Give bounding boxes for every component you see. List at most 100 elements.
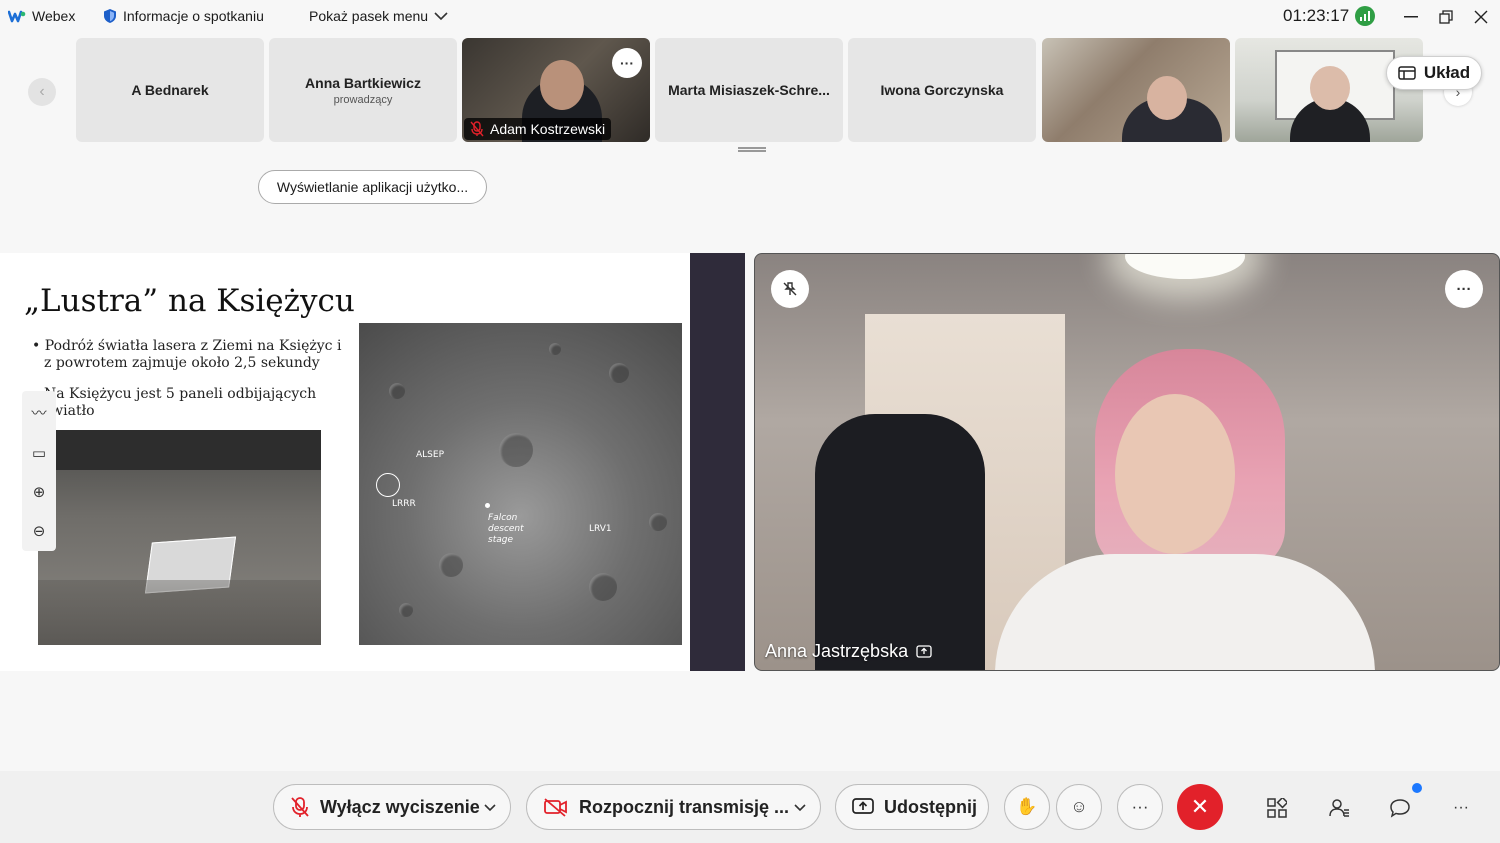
- map-label-alsep: ALSEP: [416, 450, 444, 460]
- more-options-icon: ···: [1456, 280, 1472, 298]
- active-speaker-video[interactable]: ··· Anna Jastrzębska: [754, 253, 1500, 671]
- map-label-lrv1: LRV1: [589, 524, 612, 534]
- apps-button[interactable]: [1262, 795, 1292, 821]
- muted-mic-icon: [470, 121, 484, 137]
- control-bar: Wyłącz wyciszenie Rozpocznij transmisję …: [0, 771, 1500, 843]
- app-view-button[interactable]: Wyświetlanie aplikacji użytko...: [258, 170, 487, 204]
- screen-icon[interactable]: ▭: [32, 444, 46, 462]
- speaker-body: [995, 554, 1375, 670]
- participant-tile[interactable]: Iwona Gorczynska: [848, 38, 1036, 142]
- leave-meeting-button[interactable]: ✕: [1177, 784, 1223, 830]
- bullet-1-line-2: z powrotem zajmuje około 2,5 sekundy: [44, 355, 320, 371]
- shield-icon: [104, 9, 116, 23]
- participant-video-face: [1147, 76, 1187, 120]
- connection-status-icon[interactable]: [1355, 6, 1376, 26]
- participant-video-tile[interactable]: ··· Adam Kostrzewski: [462, 38, 650, 142]
- slide-bullet-2: Na Księżycu jest 5 paneli odbijających ś…: [44, 386, 316, 420]
- meeting-info-button[interactable]: Informacje o spotkaniu: [103, 8, 264, 24]
- ceiling-light: [1125, 254, 1245, 279]
- unmute-button[interactable]: Wyłącz wyciszenie: [273, 784, 511, 830]
- crater: [389, 383, 405, 399]
- zoom-out-icon[interactable]: ⊖: [33, 522, 46, 540]
- restore-icon: [1439, 10, 1453, 24]
- participant-video-face: [540, 60, 584, 110]
- video-off-icon: [543, 797, 569, 817]
- start-video-button[interactable]: Rozpocznij transmisję ...: [526, 784, 821, 830]
- share-button[interactable]: Udostępnij: [835, 784, 989, 830]
- more-options-icon: ···: [1131, 797, 1149, 816]
- participant-role: prowadzący: [333, 93, 393, 106]
- draw-icon[interactable]: 〰: [31, 402, 46, 423]
- participant-video-tile[interactable]: [1235, 38, 1423, 142]
- participants-button[interactable]: [1324, 795, 1354, 821]
- raise-hand-button[interactable]: ✋: [1004, 784, 1050, 830]
- participant-video-face: [1310, 66, 1350, 110]
- meeting-timer: 01:23:17: [1283, 6, 1376, 26]
- unmute-label: Wyłącz wyciszenie: [320, 796, 480, 817]
- chat-button[interactable]: [1385, 795, 1415, 821]
- map-label-falcon: Falcon descent stage: [488, 513, 524, 545]
- chevron-down-icon[interactable]: [794, 800, 806, 815]
- moon-map-image: ALSEP LRRR Falcon descent stage LRV1: [359, 323, 682, 645]
- more-options-icon: ···: [620, 55, 634, 71]
- speaker-more-options-button[interactable]: ···: [1445, 270, 1483, 308]
- minimize-button[interactable]: [1397, 5, 1425, 29]
- bullet-2-line-2: światło: [44, 403, 95, 419]
- more-panels-button[interactable]: ···: [1446, 795, 1476, 821]
- restore-button[interactable]: [1432, 5, 1460, 29]
- zoom-in-icon[interactable]: ⊕: [33, 483, 46, 501]
- participant-tile[interactable]: Anna Bartkiewicz prowadzący: [269, 38, 457, 142]
- app-brand: Webex: [8, 8, 75, 24]
- moon-reflector-photo: [38, 430, 321, 645]
- bullet-2-line-1: Na Księżycu jest 5 paneli odbijających: [44, 386, 317, 402]
- scroll-left-button[interactable]: ‹: [28, 78, 56, 106]
- unpin-icon: [783, 282, 797, 296]
- background-coat: [815, 414, 985, 670]
- crater: [439, 553, 463, 577]
- layout-icon: [1398, 66, 1416, 80]
- meeting-info-label: Informacje o spotkaniu: [123, 8, 264, 24]
- annotation-toolbar: 〰 ▭ ⊕ ⊖: [22, 391, 56, 551]
- participant-name: Adam Kostrzewski: [490, 121, 606, 137]
- webex-logo-icon: [8, 10, 26, 23]
- participant-name-chip: Adam Kostrzewski: [464, 118, 612, 140]
- app-view-label: Wyświetlanie aplikacji użytko...: [276, 179, 469, 195]
- slide-title: „Lustra” na Księżycu: [24, 283, 355, 319]
- app-name: Webex: [32, 8, 76, 24]
- chevron-left-icon: ‹: [39, 83, 45, 100]
- resize-handle[interactable]: [738, 147, 766, 152]
- minimize-icon: [1404, 16, 1418, 18]
- muted-mic-icon: [290, 796, 310, 818]
- photo-ground: [38, 580, 321, 645]
- crater: [589, 573, 617, 601]
- title-bar: Webex Informacje o spotkaniu Pokaż pasek…: [0, 0, 1500, 34]
- more-options-button[interactable]: ···: [1117, 784, 1163, 830]
- more-options-icon: ···: [1453, 799, 1469, 816]
- speaker-face: [1115, 394, 1235, 554]
- tile-more-options-button[interactable]: ···: [612, 48, 642, 78]
- lander-marker: [485, 503, 490, 508]
- close-window-button[interactable]: [1467, 5, 1495, 29]
- crater: [609, 363, 629, 383]
- participant-tile[interactable]: Marta Misiaszek-Schre...: [655, 38, 843, 142]
- reactions-button[interactable]: ☺: [1056, 784, 1102, 830]
- shared-content[interactable]: „Lustra” na Księżycu • Podróż światła la…: [0, 253, 745, 671]
- participants-icon: [1329, 799, 1349, 817]
- speaker-name-label: Anna Jastrzębska: [765, 641, 932, 662]
- map-label-lrrr: LRRR: [392, 499, 416, 509]
- participant-video-tile[interactable]: [1042, 38, 1230, 142]
- layout-label: Układ: [1423, 63, 1471, 82]
- layout-button[interactable]: Układ: [1386, 56, 1482, 90]
- photo-horizon: [38, 430, 321, 470]
- reactions-icon: ☺: [1070, 797, 1088, 816]
- participant-tile[interactable]: A Bednarek: [76, 38, 264, 142]
- show-menu-bar-button[interactable]: Pokaż pasek menu: [309, 8, 448, 24]
- participant-name: Iwona Gorczynska: [880, 82, 1004, 98]
- participant-name: A Bednarek: [131, 82, 209, 98]
- unpin-button[interactable]: [771, 270, 809, 308]
- chevron-down-icon[interactable]: [484, 800, 496, 815]
- close-icon: [1474, 10, 1488, 24]
- chat-notification-dot: [1412, 783, 1422, 793]
- bullet-1-line-1: • Podróż światła lasera z Ziemi na Księż…: [32, 338, 342, 354]
- participant-name: Anna Bartkiewicz: [305, 74, 421, 91]
